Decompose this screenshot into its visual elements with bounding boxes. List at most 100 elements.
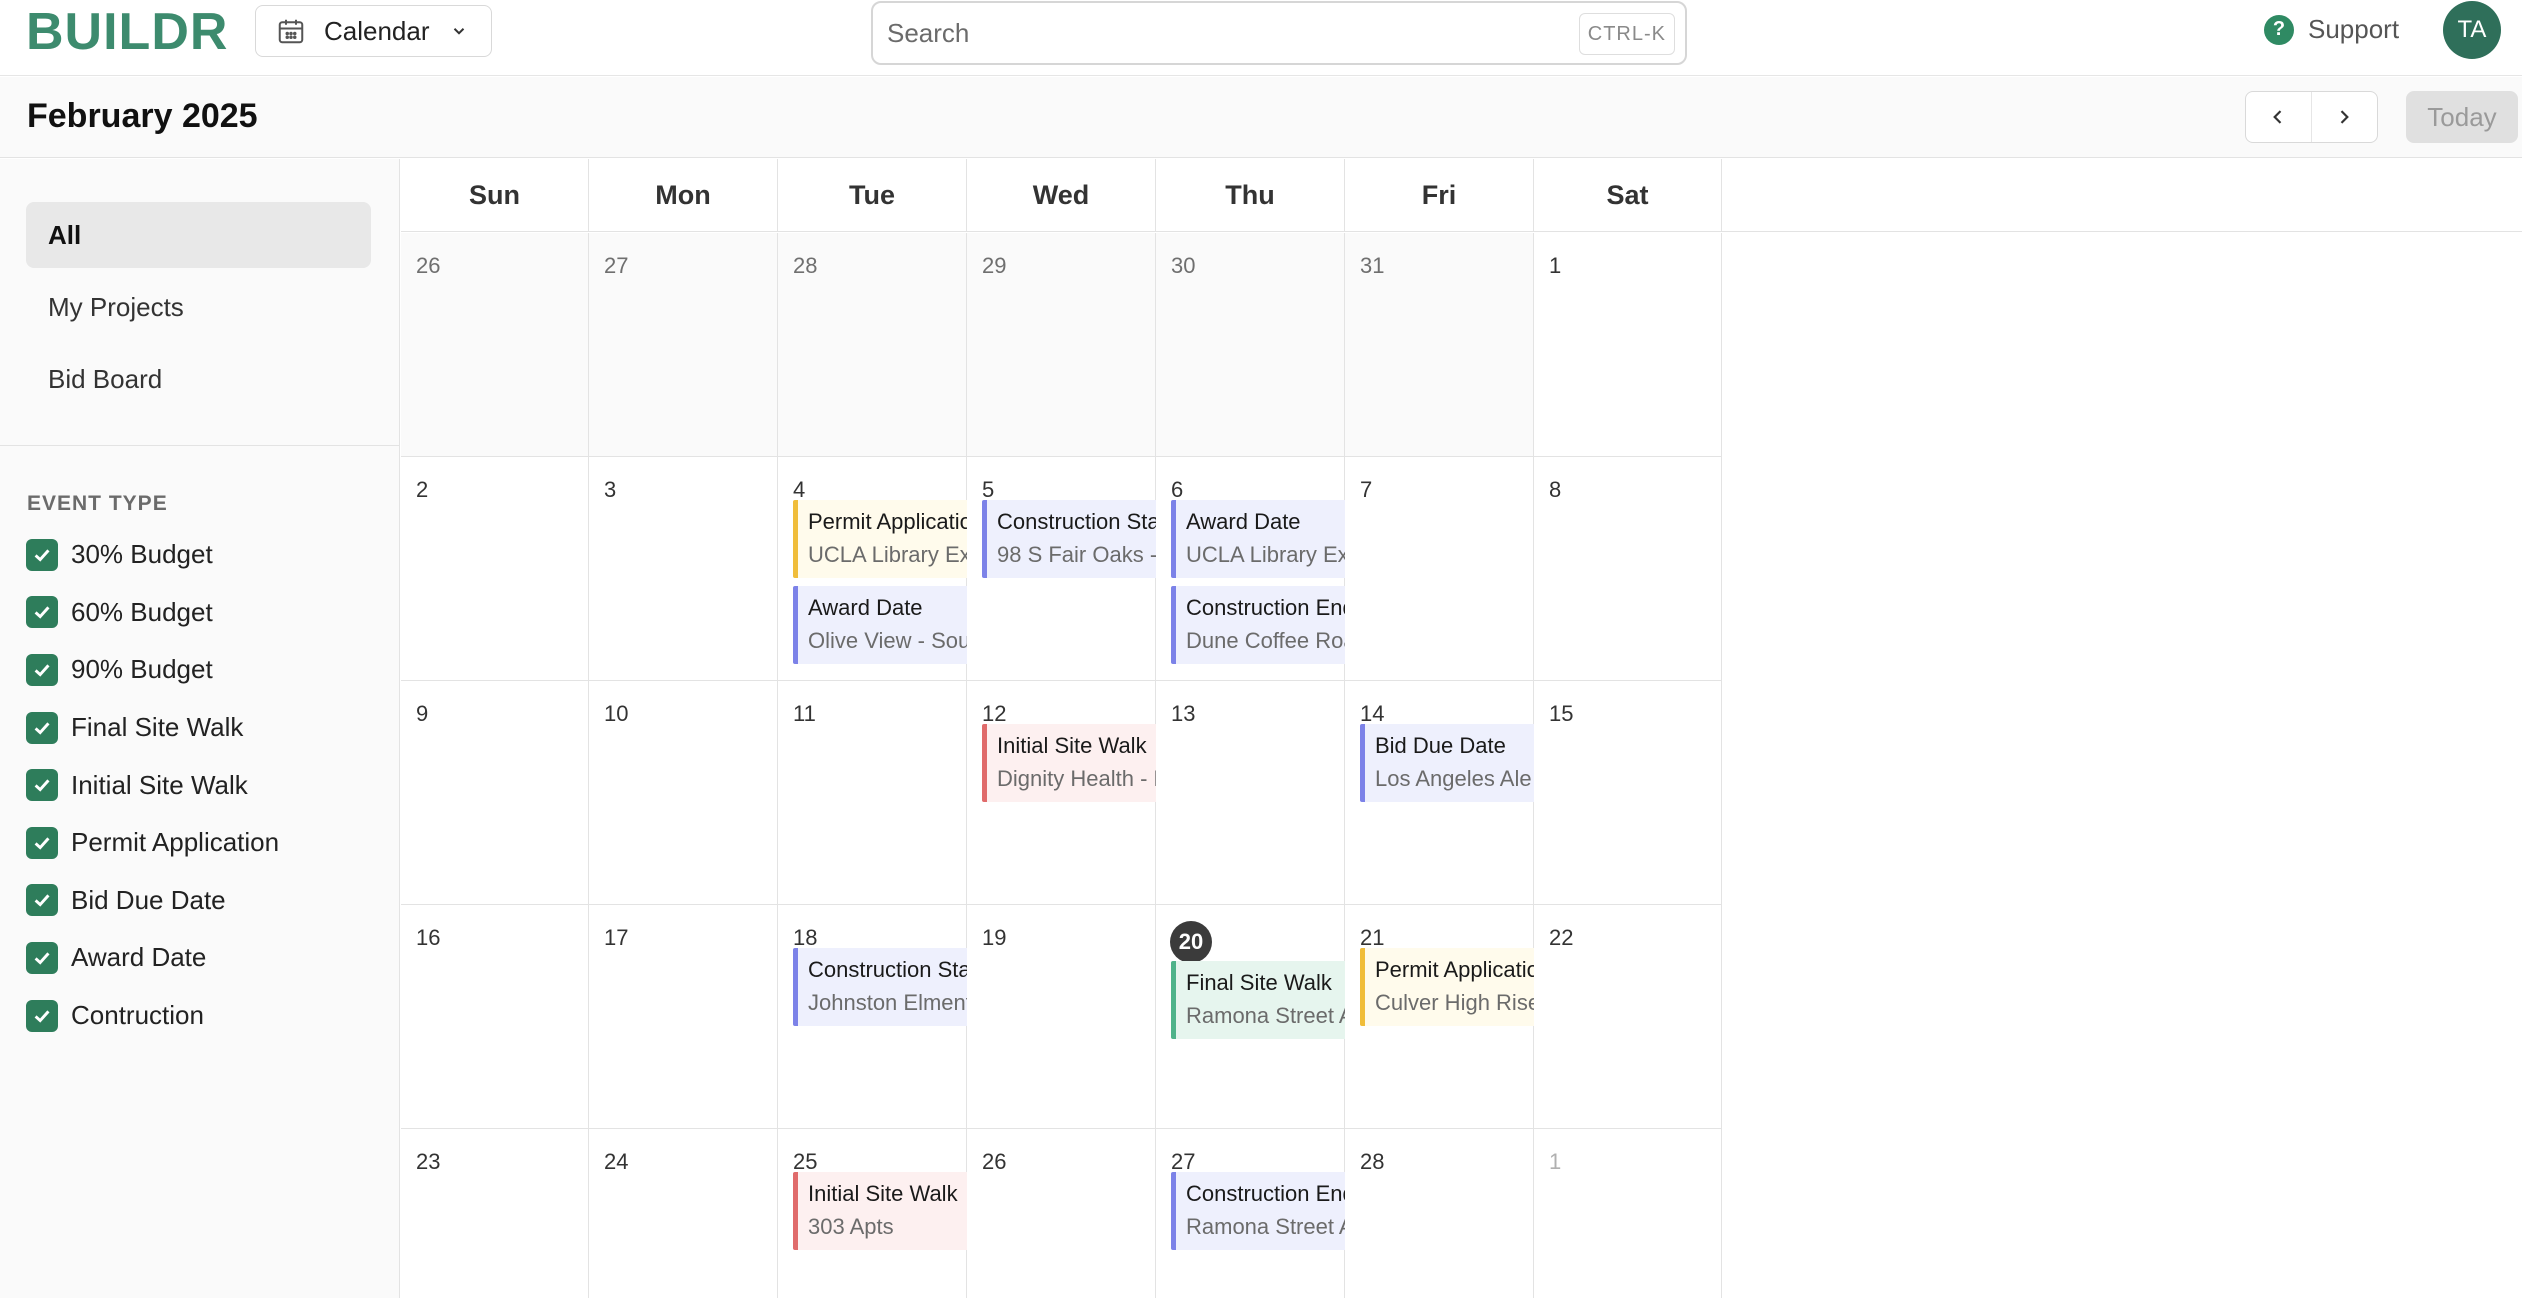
calendar-day-cell[interactable]: 25 Initial Site Walk 303 Apts <box>778 1129 1065 1298</box>
day-number: 9 <box>416 701 429 726</box>
event-type-filter[interactable]: Bid Due Date <box>26 872 279 930</box>
checkbox-checked-icon[interactable] <box>26 538 58 571</box>
event-type-filter[interactable]: 90% Budget <box>26 641 279 699</box>
today-date-badge: 20 <box>1170 921 1212 963</box>
calendar-day-cell[interactable]: 26 <box>401 233 589 457</box>
checkbox-checked-icon[interactable] <box>26 999 58 1032</box>
checkbox-checked-icon[interactable] <box>26 941 58 974</box>
calendar-day-cell[interactable]: 13 <box>1156 681 1345 905</box>
search-input[interactable] <box>873 17 1573 49</box>
calendar-day-cell[interactable]: 1 <box>1534 233 1722 457</box>
calendar-day-cell[interactable]: 10 <box>589 681 778 905</box>
calendar-day-cell[interactable]: 3 <box>589 457 778 681</box>
calendar-day-cell[interactable]: 9 <box>401 681 589 905</box>
weekday-header: Sun <box>401 159 589 232</box>
event-type-filter-label: 60% Budget <box>71 596 213 627</box>
previous-month-button[interactable] <box>2246 92 2312 142</box>
user-avatar[interactable]: TA <box>2443 1 2501 59</box>
checkbox-checked-icon[interactable] <box>26 769 58 802</box>
calendar-day-cell[interactable]: 4 Permit Application UCLA Library Extensio… <box>778 457 1065 681</box>
day-number: 22 <box>1549 925 1574 950</box>
app-logo[interactable]: BUILDR <box>26 6 228 58</box>
calendar-day-cell[interactable]: 27 Construction End Ramona Street Apartmen… <box>1156 1129 1443 1298</box>
day-number: 2 <box>416 477 429 502</box>
chevron-left-icon <box>2273 110 2282 124</box>
today-button[interactable]: Today <box>2406 91 2518 143</box>
support-label: Support <box>2308 14 2400 44</box>
day-number: 15 <box>1549 701 1574 726</box>
calendar-day-cell[interactable]: 29 <box>967 233 1156 457</box>
sidebar-item-my-projects[interactable]: My Projects <box>26 274 371 340</box>
sidebar-nav: All My Projects Bid Board <box>26 202 371 418</box>
calendar-day-cell[interactable]: 18 Construction Start Johnston Elmentary S… <box>778 905 1065 1129</box>
day-number: 8 <box>1549 477 1562 502</box>
sidebar-divider <box>0 445 400 446</box>
calendar-day-cell[interactable]: 5 Construction Start 98 S Fair Oaks - Mixe… <box>967 457 1254 681</box>
event-type-filter-label: 30% Budget <box>71 539 213 570</box>
checkbox-checked-icon[interactable] <box>26 596 58 629</box>
event-type-filter[interactable]: Final Site Walk <box>26 699 279 757</box>
calendar-day-cell[interactable]: 2 <box>401 457 589 681</box>
calendar-day-cell[interactable]: 26 <box>967 1129 1156 1298</box>
support-link[interactable]: ? Support <box>2264 14 2399 45</box>
calendar-day-cell[interactable]: 11 <box>778 681 967 905</box>
calendar-day-cell[interactable]: 23 <box>401 1129 589 1298</box>
calendar-day-cell[interactable]: 28 <box>778 233 967 457</box>
calendar-day-cell[interactable]: 17 <box>589 905 778 1129</box>
calendar-day-cell[interactable]: 7 <box>1345 457 1534 681</box>
event-type-filter[interactable]: Award Date <box>26 929 279 987</box>
calendar-day-cell[interactable]: 21 Permit Application Culver High Rise <box>1345 905 1632 1129</box>
calendar-day-cell[interactable]: 1 <box>1534 1129 1722 1298</box>
event-type-filter-label: Bid Due Date <box>71 884 226 915</box>
day-number: 26 <box>982 1149 1007 1174</box>
help-icon: ? <box>2264 14 2294 45</box>
calendar-day-cell[interactable]: 28 <box>1345 1129 1534 1298</box>
day-number: 11 <box>793 701 816 726</box>
calendar-day-cell[interactable]: 31 <box>1345 233 1534 457</box>
day-number: 23 <box>416 1149 441 1174</box>
calendar-day-cell[interactable]: 8 <box>1534 457 1722 681</box>
event-type-filter[interactable]: Contruction <box>26 987 279 1045</box>
month-title: February 2025 <box>27 97 258 135</box>
search-box[interactable]: CTRL-K <box>871 1 1687 65</box>
event-type-heading: EVENT TYPE <box>27 492 168 515</box>
sidebar-item-all[interactable]: All <box>26 202 371 268</box>
calendar-day-cell[interactable]: 12 Initial Site Walk Dignity Health - Nort… <box>967 681 1254 905</box>
day-number: 30 <box>1171 253 1196 278</box>
day-number: 28 <box>1360 1149 1385 1174</box>
day-number: 17 <box>604 925 629 950</box>
calendar-day-cell[interactable]: 22 <box>1534 905 1722 1129</box>
event-type-filter-label: Initial Site Walk <box>71 769 248 800</box>
weekday-header: Sat <box>1534 159 1722 232</box>
next-month-button[interactable] <box>2312 92 2378 142</box>
calendar-day-cell[interactable]: 16 <box>401 905 589 1129</box>
day-number: 27 <box>604 253 629 278</box>
event-type-filter[interactable]: 30% Budget <box>26 526 279 584</box>
weekday-header: Fri <box>1345 159 1534 232</box>
event-type-filter[interactable]: Permit Application <box>26 814 279 872</box>
calendar-day-cell[interactable]: 27 <box>589 233 778 457</box>
checkbox-checked-icon[interactable] <box>26 826 58 859</box>
calendar-day-cell[interactable]: 15 <box>1534 681 1722 905</box>
weekday-header: Tue <box>778 159 967 232</box>
calendar-day-cell[interactable]: 19 <box>967 905 1156 1129</box>
calendar-day-cell[interactable]: 24 <box>589 1129 778 1298</box>
event-type-filter-label: Award Date <box>71 942 207 973</box>
event-type-filters: 30% Budget 60% Budget 90% Budget Final Site… <box>26 526 279 1044</box>
day-number: 28 <box>793 253 818 278</box>
app-switcher-button[interactable]: Calendar <box>255 5 492 57</box>
event-type-filter-label: 90% Budget <box>71 654 213 685</box>
day-number: 1 <box>1549 1149 1562 1174</box>
calendar-day-cell[interactable]: 6 Award Date UCLA Library Extension Constru… <box>1156 457 1443 681</box>
calendar-day-cell[interactable]: 14 Bid Due Date Los Angeles Ale Works <box>1345 681 1632 905</box>
day-number: 24 <box>604 1149 629 1174</box>
calendar-day-cell[interactable]: 30 <box>1156 233 1345 457</box>
event-type-filter-label: Contruction <box>71 1000 204 1031</box>
sidebar-item-bid-board[interactable]: Bid Board <box>26 346 371 412</box>
event-type-filter[interactable]: Initial Site Walk <box>26 756 279 814</box>
calendar-day-cell[interactable]: 20 Final Site Walk Ramona Street Apartment… <box>1156 905 1443 1129</box>
checkbox-checked-icon[interactable] <box>26 711 58 744</box>
checkbox-checked-icon[interactable] <box>26 884 58 917</box>
checkbox-checked-icon[interactable] <box>26 653 58 686</box>
event-type-filter[interactable]: 60% Budget <box>26 584 279 642</box>
